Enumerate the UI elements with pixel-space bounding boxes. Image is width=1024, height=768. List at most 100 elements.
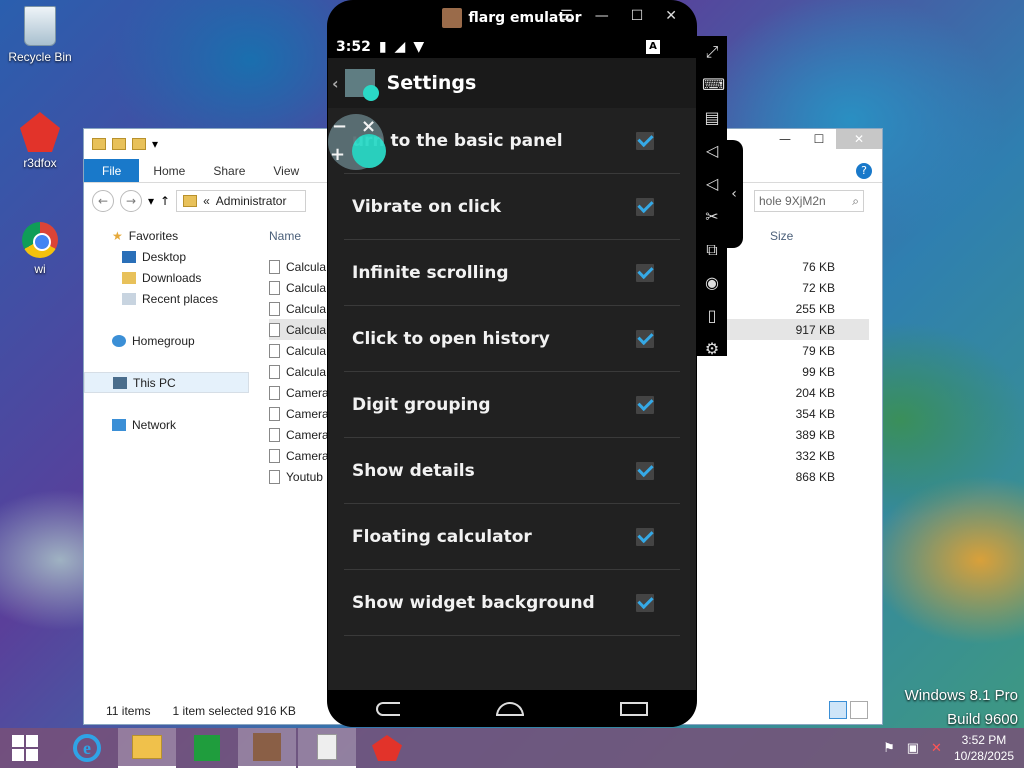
file-icon: [269, 406, 280, 421]
taskbar-file-explorer[interactable]: [118, 728, 176, 768]
desktop-icon-chrome[interactable]: wi: [2, 222, 78, 276]
checkbox-checked[interactable]: [636, 593, 654, 612]
computer-icon: [113, 376, 127, 389]
maximize-icon[interactable]: ☐: [631, 8, 644, 24]
file-icon: [269, 469, 280, 484]
flag-icon[interactable]: ⚑: [883, 740, 895, 756]
network-icon[interactable]: ▣: [907, 740, 919, 756]
back-chevron-icon[interactable]: ‹: [332, 74, 339, 93]
checkbox-checked[interactable]: [636, 395, 654, 414]
tab-file[interactable]: File: [84, 159, 140, 182]
menu-icon[interactable]: ☰: [560, 8, 573, 24]
start-button[interactable]: [0, 728, 50, 768]
new-folder-icon[interactable]: [132, 138, 146, 150]
breadcrumb-overflow[interactable]: «: [203, 194, 210, 208]
minimize-icon[interactable]: —: [595, 8, 609, 24]
search-input[interactable]: hole 9XjM2n ⌕: [754, 190, 864, 212]
desktop-icon-r3dfox[interactable]: r3dfox: [2, 112, 78, 170]
file-size: 332 KB: [795, 448, 835, 463]
setting-vibrate[interactable]: Vibrate on click: [344, 174, 680, 240]
star-icon: ★: [112, 228, 123, 243]
android-back-button[interactable]: [376, 701, 400, 716]
details-view-icon[interactable]: [829, 701, 847, 719]
wifi-icon: ▼: [413, 39, 425, 55]
nav-label: Desktop: [142, 249, 187, 264]
android-home-button[interactable]: [496, 701, 524, 716]
nav-desktop[interactable]: Desktop: [84, 246, 249, 267]
back-button[interactable]: ←: [92, 190, 114, 212]
internet-explorer-icon: e: [73, 734, 101, 762]
setting-basic-panel[interactable]: urn to the basic panel: [344, 108, 680, 174]
copy-icon[interactable]: ⧉: [702, 240, 722, 260]
forward-button[interactable]: →: [120, 190, 142, 212]
settings-gear-icon[interactable]: ⚙: [702, 339, 722, 359]
column-header-name[interactable]: Name: [269, 229, 301, 243]
checkbox-checked[interactable]: [636, 263, 654, 282]
large-icons-view-icon[interactable]: [850, 701, 868, 719]
taskbar-store[interactable]: [178, 728, 236, 768]
nav-label: Network: [132, 417, 177, 432]
close-icon[interactable]: ✕: [665, 8, 677, 24]
location-icon[interactable]: ◉: [702, 273, 722, 293]
help-icon[interactable]: ?: [856, 163, 872, 179]
windows-logo-icon: [12, 735, 38, 761]
nav-homegroup[interactable]: Homegroup: [84, 330, 249, 351]
recent-locations-icon[interactable]: ▾: [148, 194, 154, 208]
shake-icon[interactable]: ▯: [702, 306, 722, 326]
minimize-button[interactable]: —: [768, 129, 802, 149]
setting-open-history[interactable]: Click to open history: [344, 306, 680, 372]
setting-infinite-scrolling[interactable]: Infinite scrolling: [344, 240, 680, 306]
properties-icon[interactable]: [112, 138, 126, 150]
status-selected: 1 item selected: [172, 704, 254, 718]
close-button[interactable]: ✕: [836, 129, 882, 149]
checkbox-checked[interactable]: [636, 527, 654, 546]
floating-calculator-bubble[interactable]: − × +: [328, 114, 386, 170]
file-icon: [269, 385, 280, 400]
clock[interactable]: 3:52 PM 10/28/2025: [954, 732, 1014, 764]
tab-share[interactable]: Share: [199, 159, 259, 182]
setting-digit-grouping[interactable]: Digit grouping: [344, 372, 680, 438]
calculator-app-icon[interactable]: [344, 69, 379, 101]
r3dfox-icon: [372, 735, 402, 761]
quick-access-dropdown-icon[interactable]: ▾: [152, 137, 158, 151]
nav-favorites[interactable]: ★ Favorites: [84, 225, 249, 246]
taskbar-document-app[interactable]: [298, 728, 356, 768]
desktop-icon-label: r3dfox: [23, 156, 57, 170]
volume-down-icon[interactable]: ◁: [702, 174, 722, 194]
breadcrumb[interactable]: Administrator: [216, 194, 287, 208]
taskbar-flarg-emulator[interactable]: [238, 728, 296, 768]
volume-muted-icon[interactable]: ✕: [931, 740, 942, 756]
collapse-toolbar-button[interactable]: ‹: [725, 140, 743, 248]
install-apk-icon[interactable]: ▤: [702, 108, 722, 128]
desktop-icon-recycle-bin[interactable]: Recycle Bin: [2, 6, 78, 64]
nav-recent-places[interactable]: Recent places: [84, 288, 249, 309]
checkbox-checked[interactable]: [636, 329, 654, 348]
up-button[interactable]: ↑: [160, 194, 170, 208]
nav-network[interactable]: Network: [84, 414, 249, 435]
nav-label: Recent places: [142, 291, 219, 306]
nav-this-pc[interactable]: This PC: [84, 372, 249, 393]
recycle-bin-icon: [24, 6, 56, 46]
taskbar-r3dfox[interactable]: [358, 728, 416, 768]
setting-show-details[interactable]: Show details: [344, 438, 680, 504]
android-recents-button[interactable]: [620, 701, 648, 716]
address-bar[interactable]: « Administrator: [176, 190, 307, 212]
checkbox-checked[interactable]: [636, 131, 654, 150]
volume-up-icon[interactable]: ◁: [702, 141, 722, 161]
flarg-icon: [253, 733, 281, 761]
column-header-size[interactable]: Size: [770, 229, 793, 243]
fullscreen-icon[interactable]: ⤢: [702, 42, 722, 62]
setting-widget-background[interactable]: Show widget background: [344, 570, 680, 636]
nav-downloads[interactable]: Downloads: [84, 267, 249, 288]
search-text: hole 9XjM2n: [759, 194, 826, 208]
maximize-button[interactable]: ☐: [802, 129, 836, 149]
checkbox-checked[interactable]: [636, 461, 654, 480]
taskbar-ie[interactable]: e: [58, 728, 116, 768]
status-selected-size: 916 KB: [256, 704, 296, 718]
screenshot-scissors-icon[interactable]: ✂: [702, 207, 722, 227]
checkbox-checked[interactable]: [636, 197, 654, 216]
tab-view[interactable]: View: [259, 159, 313, 182]
keyboard-icon[interactable]: ⌨: [702, 75, 725, 95]
setting-floating-calculator[interactable]: Floating calculator: [344, 504, 680, 570]
tab-home[interactable]: Home: [139, 159, 199, 182]
